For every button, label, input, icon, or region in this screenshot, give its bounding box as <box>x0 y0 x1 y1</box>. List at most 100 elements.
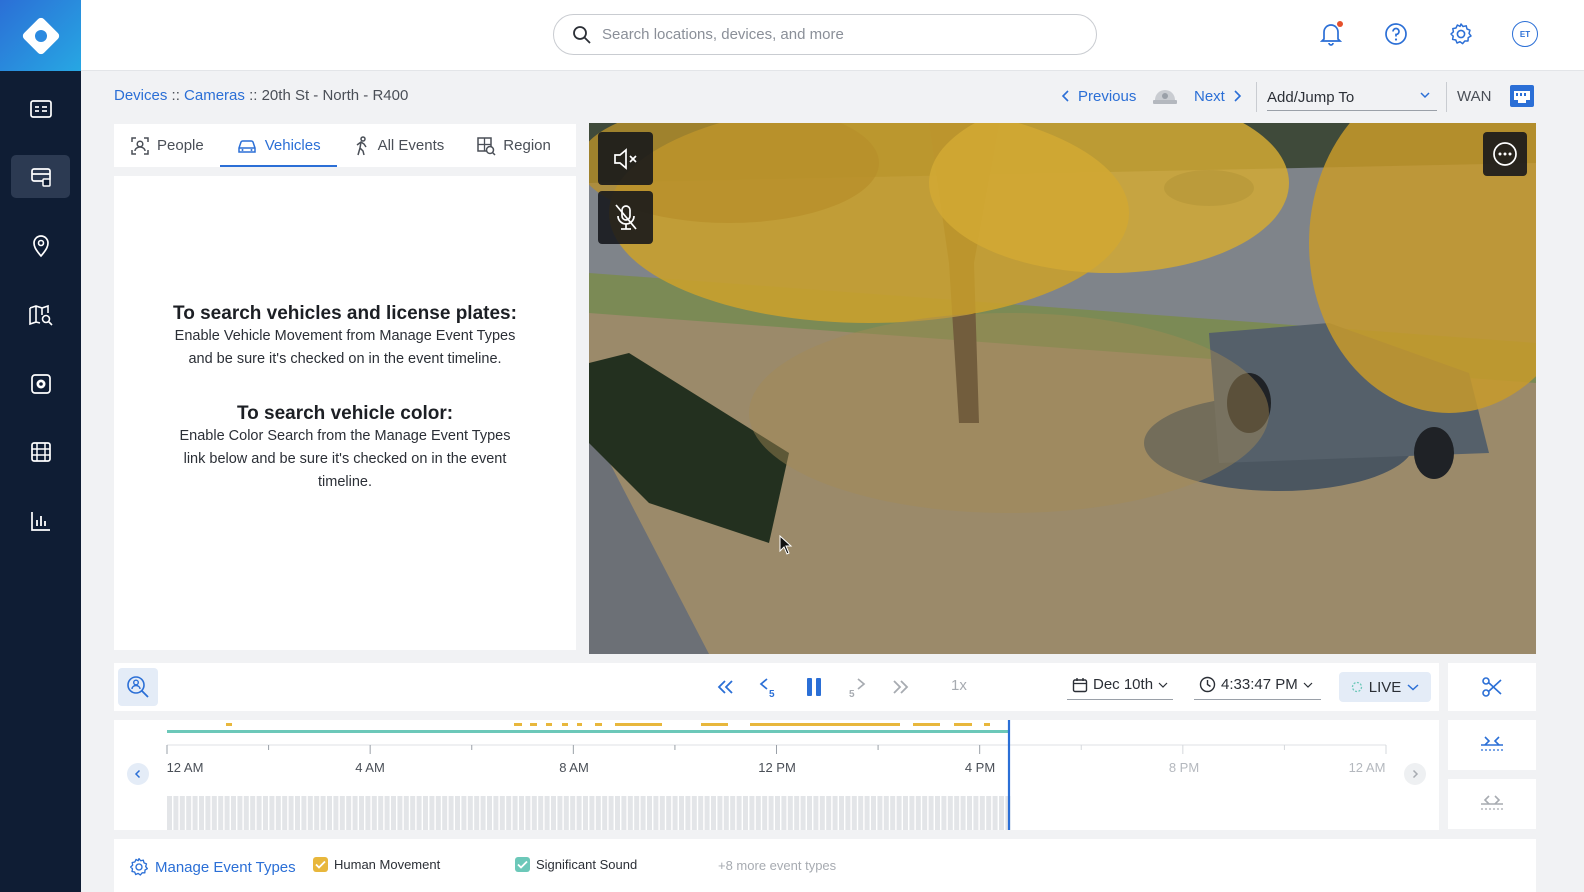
recording-segment <box>871 796 876 830</box>
search-people-button[interactable] <box>118 668 158 706</box>
sidebar-item-archives[interactable] <box>11 430 70 473</box>
app-logo[interactable] <box>0 0 81 71</box>
recording-segment <box>666 796 672 830</box>
manage-event-types-link[interactable]: Manage Event Types <box>129 857 296 877</box>
sidebar-item-dashboard[interactable] <box>11 87 70 130</box>
mute-audio-button[interactable] <box>598 132 653 185</box>
human-movement-event[interactable] <box>562 723 568 726</box>
human-movement-event[interactable] <box>984 723 990 726</box>
tab-vehicles[interactable]: Vehicles <box>219 124 337 167</box>
skip-back-button[interactable]: 5 <box>757 675 781 699</box>
time-picker[interactable]: 4:33:47 PM <box>1194 676 1321 700</box>
tab-people[interactable]: People <box>114 124 220 167</box>
camera-video-feed[interactable] <box>589 123 1536 654</box>
zoom-in-timeline-button[interactable] <box>1448 720 1536 770</box>
recording-segment <box>896 796 902 830</box>
date-picker[interactable]: Dec 10th <box>1067 676 1173 700</box>
more-options-icon <box>1493 142 1517 166</box>
pause-button[interactable] <box>802 675 826 699</box>
human-movement-event[interactable] <box>701 723 728 726</box>
live-button[interactable]: LIVE <box>1339 672 1431 702</box>
teal-event-bar <box>167 730 1009 733</box>
playback-speed[interactable]: 1x <box>951 677 967 694</box>
rewind-button[interactable] <box>714 675 738 699</box>
recording-segment <box>307 796 313 830</box>
human-movement-event[interactable] <box>913 723 940 726</box>
recording-segment <box>711 796 716 830</box>
date-value: Dec 10th <box>1093 676 1154 693</box>
recording-segment <box>743 796 748 830</box>
recording-segment <box>723 796 729 830</box>
recording-segment <box>602 796 608 830</box>
checkbox-human-movement[interactable] <box>313 857 328 872</box>
skip-forward-button[interactable]: 5 <box>845 675 869 699</box>
event-toggle-significant-sound[interactable]: Significant Sound <box>515 857 637 872</box>
recording-segment <box>378 796 384 830</box>
recording-segment <box>320 796 326 830</box>
wan-label: WAN <box>1457 87 1492 105</box>
recording-segment <box>794 796 800 830</box>
microphone-off-icon <box>614 203 637 230</box>
network-status[interactable] <box>1509 80 1535 112</box>
sidebar-item-devices[interactable] <box>11 155 70 198</box>
recording-segment <box>467 796 473 830</box>
sidebar-item-analytics[interactable] <box>11 499 70 542</box>
recording-segment <box>653 796 659 830</box>
search-box[interactable] <box>553 14 1097 55</box>
recording-segment <box>775 796 780 830</box>
clip-button[interactable] <box>1448 663 1536 711</box>
timeline-label-12am-end: 12 AM <box>1348 760 1386 775</box>
previous-button[interactable]: Previous <box>1060 80 1136 112</box>
next-button[interactable]: Next <box>1194 80 1243 112</box>
mouse-cursor-icon <box>779 535 793 555</box>
human-movement-event[interactable] <box>750 723 900 726</box>
mute-microphone-button[interactable] <box>598 191 653 244</box>
sidebar-item-access[interactable] <box>11 362 70 405</box>
recording-segment <box>903 796 908 830</box>
recording-segment <box>410 796 416 830</box>
human-movement-event[interactable] <box>226 723 232 726</box>
settings-button[interactable] <box>1447 20 1475 48</box>
tab-region[interactable]: Region <box>460 124 567 167</box>
manage-event-types-label: Manage Event Types <box>155 858 296 876</box>
jump-to-dropdown[interactable]: Add/Jump To <box>1267 84 1437 111</box>
zoom-out-timeline-button[interactable] <box>1448 779 1536 829</box>
recording-segment <box>615 796 620 830</box>
fast-forward-button[interactable] <box>888 675 912 699</box>
sidebar-item-map-search[interactable] <box>11 293 70 336</box>
sidebar-item-locations[interactable] <box>11 224 70 267</box>
recording-segment <box>730 796 736 830</box>
recording-segment <box>314 796 320 830</box>
recording-segment <box>186 796 192 830</box>
gear-icon <box>1450 23 1472 45</box>
recording-segment <box>672 796 678 830</box>
recording-segment <box>960 796 966 830</box>
human-movement-event[interactable] <box>514 723 522 726</box>
recording-segment <box>480 796 486 830</box>
user-avatar-button[interactable]: ET <box>1511 20 1539 48</box>
checkbox-significant-sound[interactable] <box>515 857 530 872</box>
human-movement-event[interactable] <box>954 723 972 726</box>
timeline-next-button[interactable] <box>1404 763 1426 785</box>
more-event-types[interactable]: +8 more event types <box>718 858 836 873</box>
human-movement-event[interactable] <box>615 723 662 726</box>
help-button[interactable] <box>1382 20 1410 48</box>
breadcrumb-cameras[interactable]: Cameras <box>184 87 245 104</box>
more-options-button[interactable] <box>1483 132 1527 176</box>
timeline-prev-button[interactable] <box>127 763 149 785</box>
event-timeline[interactable]: 12 AM 4 AM 8 AM 12 PM 4 PM 8 PM 12 AM <box>114 720 1439 830</box>
tab-all-events[interactable]: All Events <box>337 124 461 167</box>
event-toggle-human-movement[interactable]: Human Movement <box>313 857 440 872</box>
human-movement-event[interactable] <box>577 723 582 726</box>
human-movement-event[interactable] <box>546 723 552 726</box>
search-tabs: People Vehicles All Events Region <box>114 124 576 167</box>
notifications-button[interactable] <box>1317 20 1345 48</box>
recording-segment <box>839 796 844 830</box>
human-movement-event[interactable] <box>530 723 537 726</box>
human-movement-event[interactable] <box>595 723 602 726</box>
breadcrumb-devices[interactable]: Devices <box>114 87 167 104</box>
recording-segment <box>800 796 806 830</box>
recording-segment <box>455 796 460 830</box>
recording-segment <box>864 796 870 830</box>
search-input[interactable] <box>602 26 1082 43</box>
